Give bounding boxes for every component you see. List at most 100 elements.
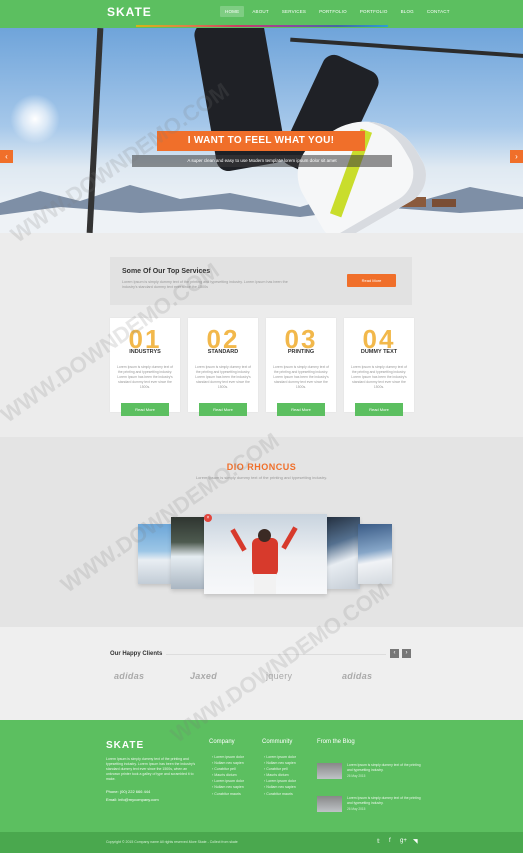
- nav-about[interactable]: ABOUT: [247, 6, 274, 17]
- footer-link[interactable]: Curabitur pell: [212, 767, 244, 771]
- service-cards: 01 INDUSTRYS Lorem Ipsum is simply dummy…: [110, 318, 414, 416]
- footer-community-title: Community: [262, 739, 293, 745]
- service-card: 03 PRINTING Lorem Ipsum is simply dummy …: [266, 318, 336, 416]
- footer-link[interactable]: Nullam nec sapien: [264, 785, 296, 789]
- blog-text: Lorem Ipsum is simply dummy text of the …: [347, 763, 421, 772]
- skier-legs: [254, 574, 276, 594]
- nav-blog[interactable]: BLOG: [396, 6, 419, 17]
- nav-portfolio[interactable]: PORTFOLIO: [314, 6, 352, 17]
- gallery-photo-featured[interactable]: [204, 514, 327, 594]
- gallery-section: DIO RHONCUS Lorem Ipsum is simply dummy …: [0, 437, 523, 627]
- footer-link[interactable]: Lorem ipsum dolor: [212, 755, 244, 759]
- nav-services[interactable]: SERVICES: [277, 6, 311, 17]
- card-title: PRINTING: [287, 349, 315, 355]
- clients-section: Our Happy Clients ‹ › adidas Jaxed jquer…: [0, 627, 523, 720]
- card-read-more-button[interactable]: Read More: [277, 403, 325, 416]
- site-logo[interactable]: SKATE: [107, 5, 152, 19]
- footer-link[interactable]: Nullam nec sapien: [212, 761, 244, 765]
- nav-contact[interactable]: CONTACT: [422, 6, 455, 17]
- gallery-photo[interactable]: [171, 517, 205, 589]
- card-read-more-button[interactable]: Read More: [199, 403, 247, 416]
- card-text: Lorem Ipsum is simply dummy text of the …: [195, 365, 251, 389]
- card-title: STANDARD: [207, 349, 239, 355]
- mountains-graphic: [0, 185, 523, 233]
- client-logo-jaxed: Jaxed: [190, 671, 218, 681]
- slider-next-arrow-icon[interactable]: ›: [510, 150, 523, 163]
- skier-head: [258, 529, 271, 542]
- services-text: Lorem Ipsum is simply dummy text of the …: [122, 280, 288, 289]
- slider-prev-arrow-icon[interactable]: ‹: [0, 150, 13, 163]
- footer-link[interactable]: Mauris dictum: [264, 773, 296, 777]
- gallery-title: DIO RHONCUS: [226, 462, 297, 472]
- close-icon[interactable]: ×: [204, 514, 212, 522]
- blog-thumbnail: [317, 763, 342, 779]
- footer-logo: SKATE: [106, 740, 145, 751]
- sun-glare: [10, 94, 60, 144]
- card-text: Lorem Ipsum is simply dummy text of the …: [273, 365, 329, 389]
- footer-blog-title: From the Blog: [317, 739, 355, 745]
- footer-link[interactable]: Curabitur mauris: [264, 792, 296, 796]
- hero-slider: I WANT TO FEEL WHAT YOU! A super clean a…: [0, 28, 523, 233]
- skier-body: [252, 538, 278, 576]
- card-text: Lorem Ipsum is simply dummy text of the …: [117, 365, 173, 389]
- skier-arm: [281, 526, 298, 550]
- client-logo-jquery: jquery: [266, 671, 293, 681]
- service-card: 04 DUMMY TEXT Lorem Ipsum is simply dumm…: [344, 318, 414, 416]
- facebook-icon[interactable]: f: [389, 838, 391, 844]
- footer-link[interactable]: Lorem ipsum dolor: [264, 779, 296, 783]
- blog-thumbnail: [317, 796, 342, 812]
- service-card: 02 STANDARD Lorem Ipsum is simply dummy …: [188, 318, 258, 416]
- blog-text: Lorem Ipsum is simply dummy text of the …: [347, 796, 421, 805]
- client-logo-adidas-2: adidas: [342, 671, 373, 681]
- footer-bottom-bar: Copyright © 2015 Company name All rights…: [0, 832, 523, 853]
- footer-link[interactable]: Curabitur pell: [264, 767, 296, 771]
- card-title: INDUSTRYS: [129, 349, 161, 355]
- services-read-more-button[interactable]: Read More: [347, 274, 396, 287]
- services-banner: Some Of Our Top Services Lorem Ipsum is …: [110, 257, 412, 305]
- footer-link[interactable]: Nullam nec sapien: [212, 785, 244, 789]
- gallery-photo[interactable]: [326, 517, 360, 589]
- footer-link[interactable]: Curabitur mauris: [212, 792, 244, 796]
- ski-pole-right: [290, 37, 523, 59]
- skier-leg: [192, 28, 288, 173]
- client-logo-adidas: adidas: [114, 671, 145, 681]
- copyright-text: Copyright © 2015 Company name All rights…: [106, 840, 238, 844]
- footer-phone: Phone: (00) 222 666 444: [106, 789, 151, 794]
- nav-portfolio-2[interactable]: PORTFOLIO: [355, 6, 393, 17]
- footer-link[interactable]: Lorem ipsum dolor: [212, 779, 244, 783]
- skier-arm: [230, 528, 247, 552]
- footer-link[interactable]: Lorem ipsum dolor: [264, 755, 296, 759]
- gallery-subtitle: Lorem Ipsum is simply dummy text of the …: [195, 475, 328, 480]
- footer-community-links: Lorem ipsum dolor Nullam nec sapien Cura…: [264, 755, 296, 798]
- service-card: 01 INDUSTRYS Lorem Ipsum is simply dummy…: [110, 318, 180, 416]
- footer-company-title: Company: [209, 739, 235, 745]
- rss-icon[interactable]: ◥: [413, 838, 418, 845]
- card-read-more-button[interactable]: Read More: [355, 403, 403, 416]
- gallery-photo[interactable]: [138, 524, 172, 584]
- footer-link[interactable]: Mauris dictum: [212, 773, 244, 777]
- nav-home[interactable]: HOME: [220, 6, 245, 17]
- clients-prev-icon[interactable]: ‹: [390, 649, 399, 658]
- blog-date: 26 May 2015: [347, 807, 366, 811]
- services-title: Some Of Our Top Services: [122, 268, 211, 275]
- blog-date: 26 May 2015: [347, 774, 366, 778]
- clients-title: Our Happy Clients: [110, 651, 163, 657]
- footer-company-links: Lorem ipsum dolor Nullam nec sapien Cura…: [212, 755, 244, 798]
- google-plus-icon[interactable]: g+: [400, 838, 407, 844]
- footer-email[interactable]: Email: info@mycompany.com: [106, 797, 159, 802]
- blog-item[interactable]: Lorem Ipsum is simply dummy text of the …: [317, 763, 427, 781]
- hero-subtitle: A super clean and easy to use Modern tem…: [132, 155, 392, 167]
- twitter-icon[interactable]: 𝕥: [377, 838, 380, 845]
- card-title: DUMMY TEXT: [360, 349, 398, 355]
- blog-item[interactable]: Lorem Ipsum is simply dummy text of the …: [317, 796, 427, 814]
- site-header: SKATE HOME ABOUT SERVICES PORTFOLIO PORT…: [0, 0, 523, 28]
- hero-title: I WANT TO FEEL WHAT YOU!: [157, 131, 365, 151]
- footer-link[interactable]: Nullam nec sapien: [264, 761, 296, 765]
- card-read-more-button[interactable]: Read More: [121, 403, 169, 416]
- clients-next-icon[interactable]: ›: [402, 649, 411, 658]
- card-text: Lorem Ipsum is simply dummy text of the …: [351, 365, 407, 389]
- gallery-photo[interactable]: [358, 524, 392, 584]
- site-footer: SKATE Lorem Ipsum is simply dummy text o…: [0, 720, 523, 832]
- clients-divider: [166, 654, 386, 655]
- nav-color-strip: [136, 25, 388, 27]
